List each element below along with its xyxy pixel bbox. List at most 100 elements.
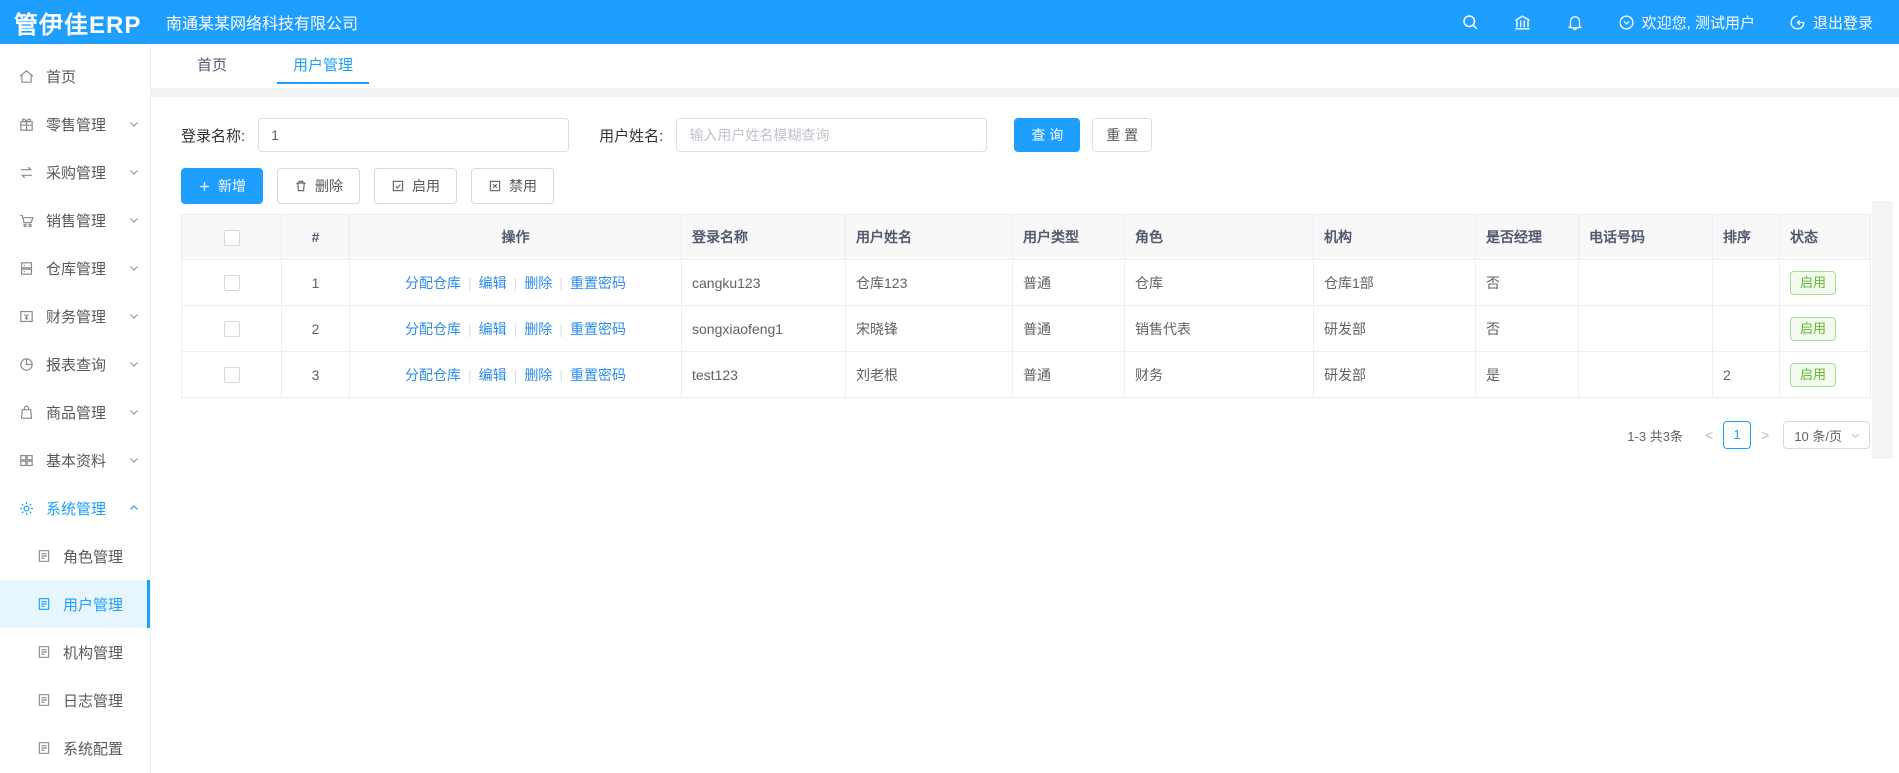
col-manager: 是否经理 <box>1475 214 1579 260</box>
col-status: 状态 <box>1779 214 1871 260</box>
edit-link[interactable]: 编辑 <box>479 321 507 337</box>
sidebar-item-retail[interactable]: 零售管理 <box>0 100 150 148</box>
sidebar-item-role-mgmt[interactable]: 角色管理 <box>0 532 150 580</box>
cart-icon <box>20 214 34 227</box>
table-header-row: # 操作 登录名称 用户姓名 用户类型 角色 机构 是否经理 电话号码 排序 状… <box>181 214 1871 260</box>
user-name-label: 用户姓名: <box>599 127 664 145</box>
server-icon <box>20 261 33 275</box>
sidebar-item-user-mgmt[interactable]: 用户管理 <box>0 580 150 628</box>
grid-icon <box>20 454 33 466</box>
op-separator: | <box>559 320 563 337</box>
users-table: # 操作 登录名称 用户姓名 用户类型 角色 机构 是否经理 电话号码 排序 状… <box>181 214 1871 398</box>
tab-user-mgmt[interactable]: 用户管理 <box>277 54 370 88</box>
logout-button[interactable]: 退出登录 <box>1789 12 1873 33</box>
company-name: 南通某某网络科技有限公司 <box>166 16 359 33</box>
reset-password-link[interactable]: 重置密码 <box>570 275 626 291</box>
status-badge: 启用 <box>1790 316 1837 341</box>
organization-icon[interactable] <box>1513 13 1532 32</box>
cell-sort <box>1712 259 1780 306</box>
cell-role: 仓库 <box>1124 259 1314 306</box>
document-icon <box>38 598 50 610</box>
chevron-down-icon <box>130 410 138 415</box>
next-page-button[interactable]: > <box>1755 427 1775 443</box>
sidebar-item-basic-data[interactable]: 基本资料 <box>0 436 150 484</box>
reset-password-link[interactable]: 重置密码 <box>570 367 626 383</box>
page-size-select[interactable]: 10 条/页 <box>1783 421 1870 449</box>
cell-index: 2 <box>281 305 350 352</box>
page-content: 登录名称: 用户姓名: 查 询 重 置 新增 删除 启用 <box>151 97 1899 773</box>
gift-icon <box>20 117 33 131</box>
document-icon <box>38 742 50 754</box>
login-name-input[interactable] <box>258 118 570 152</box>
gear-icon <box>19 501 34 515</box>
table-row: 3 分配仓库 | 编辑 | 删除 | 重置密码 test123 刘老根 普通 财务 研发部 … <box>181 351 1871 398</box>
status-badge: 启用 <box>1790 362 1837 387</box>
cell-role: 财务 <box>1124 351 1314 398</box>
assign-warehouse-link[interactable]: 分配仓库 <box>405 275 461 291</box>
search-button[interactable]: 查 询 <box>1014 118 1081 152</box>
notifications-bell-icon[interactable] <box>1566 13 1584 31</box>
trash-icon <box>296 180 306 192</box>
pagination: 1-3 共3条 < 1 > 10 条/页 <box>181 421 1870 449</box>
pagination-total: 1-3 共3条 <box>1627 428 1683 444</box>
sidebar-item-home[interactable]: 首页 <box>0 52 150 100</box>
top-header: 管伊佳ERP 南通某某网络科技有限公司 欢迎您, 测试用户 退出登录 <box>0 0 1899 44</box>
add-button[interactable]: 新增 <box>181 168 263 204</box>
checkbox-x-icon <box>489 180 501 192</box>
sidebar: 首页 零售管理 采购管理 销售管理 仓库管理 财务管理 报表查询 商品管理 基本… <box>0 44 151 773</box>
row-checkbox[interactable] <box>223 321 240 338</box>
reset-password-link[interactable]: 重置密码 <box>570 321 626 337</box>
col-name: 用户姓名 <box>845 214 1013 260</box>
delete-link[interactable]: 删除 <box>524 367 552 383</box>
tab-home[interactable]: 首页 <box>195 54 229 88</box>
chevron-down-icon <box>130 458 138 463</box>
cell-type: 普通 <box>1012 351 1125 398</box>
cell-login: test123 <box>681 351 846 398</box>
user-menu[interactable]: 欢迎您, 测试用户 <box>1618 12 1755 33</box>
delete-link[interactable]: 删除 <box>524 321 552 337</box>
user-dropdown-icon <box>1619 14 1634 30</box>
col-sort: 排序 <box>1712 214 1780 260</box>
chevron-down-icon <box>130 266 138 271</box>
sidebar-item-sales[interactable]: 销售管理 <box>0 196 150 244</box>
sidebar-item-goods[interactable]: 商品管理 <box>0 388 150 436</box>
cell-type: 普通 <box>1012 259 1125 306</box>
edit-link[interactable]: 编辑 <box>479 275 507 291</box>
page-number-button[interactable]: 1 <box>1723 421 1752 449</box>
sidebar-item-warehouse[interactable]: 仓库管理 <box>0 244 150 292</box>
chevron-down-icon <box>130 218 138 223</box>
op-separator: | <box>559 366 563 383</box>
disable-button[interactable]: 禁用 <box>471 168 554 204</box>
search-icon[interactable] <box>1461 13 1479 31</box>
assign-warehouse-link[interactable]: 分配仓库 <box>405 321 461 337</box>
delete-link[interactable]: 删除 <box>524 275 552 291</box>
sidebar-item-org-mgmt[interactable]: 机构管理 <box>0 628 150 676</box>
user-name-input[interactable] <box>676 118 988 152</box>
col-actions: 操作 <box>349 214 682 260</box>
enable-button[interactable]: 启用 <box>374 168 457 204</box>
cell-login: songxiaofeng1 <box>681 305 846 352</box>
delete-button[interactable]: 删除 <box>277 168 360 204</box>
sidebar-item-system[interactable]: 系统管理 <box>0 484 150 532</box>
reset-button[interactable]: 重 置 <box>1092 118 1153 152</box>
sidebar-item-purchase[interactable]: 采购管理 <box>0 148 150 196</box>
row-checkbox[interactable] <box>223 367 240 384</box>
main-area: 首页 用户管理 登录名称: 用户姓名: 查 询 重 置 新增 <box>151 44 1899 773</box>
prev-page-button[interactable]: < <box>1699 427 1719 443</box>
cell-manager: 是 <box>1475 351 1579 398</box>
select-all-checkbox[interactable] <box>223 229 240 246</box>
chevron-down-icon <box>130 314 138 319</box>
edit-link[interactable]: 编辑 <box>479 367 507 383</box>
sidebar-item-reports[interactable]: 报表查询 <box>0 340 150 388</box>
col-org: 机构 <box>1313 214 1476 260</box>
op-separator: | <box>559 274 563 291</box>
cell-phone <box>1578 259 1713 306</box>
row-checkbox[interactable] <box>223 275 240 292</box>
sidebar-item-system-config[interactable]: 系统配置 <box>0 724 150 772</box>
sidebar-item-finance[interactable]: 财务管理 <box>0 292 150 340</box>
toolbar: 新增 删除 启用 禁用 <box>181 168 1899 204</box>
filter-row: 登录名称: 用户姓名: 查 询 重 置 <box>181 118 1899 152</box>
op-separator: | <box>468 274 472 291</box>
sidebar-item-log-mgmt[interactable]: 日志管理 <box>0 676 150 724</box>
assign-warehouse-link[interactable]: 分配仓库 <box>405 367 461 383</box>
